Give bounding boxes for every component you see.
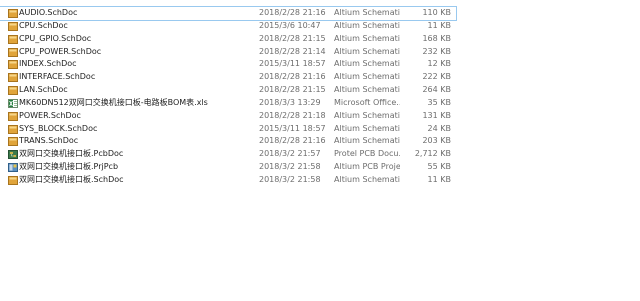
file-type: Altium Schemati... <box>334 136 400 146</box>
file-size: 12 KB <box>427 59 451 69</box>
schdoc-icon <box>8 60 18 70</box>
file-size: 110 KB <box>422 8 451 17</box>
file-date-modified: 2018/3/3 13:29 <box>259 97 321 107</box>
file-row[interactable]: INDEX.SchDoc 2015/3/11 18:57 Altium Schema… <box>0 58 456 71</box>
file-row[interactable]: 双网口交换机接口板.PrjPcb 2018/3/2 21:58 Altium PCB… <box>0 161 456 174</box>
file-date-modified: 2018/2/28 21:16 <box>259 8 326 17</box>
prjpcb-icon <box>8 163 18 173</box>
file-type: Altium Schemati... <box>334 59 400 69</box>
schdoc-icon <box>8 86 18 96</box>
file-size: 24 KB <box>427 123 451 133</box>
schdoc-icon <box>8 9 18 18</box>
file-row[interactable]: CPU_GPIO.SchDoc 2018/2/28 21:15 Altium Sch… <box>0 33 456 46</box>
file-name: 双网口交换机接口板.SchDoc <box>19 174 124 184</box>
file-date-modified: 2018/2/28 21:16 <box>259 136 326 146</box>
file-size: 168 KB <box>422 33 451 43</box>
file-row[interactable]: LAN.SchDoc 2018/2/28 21:15 Altium Schemati… <box>0 84 456 97</box>
file-size: 232 KB <box>422 46 451 56</box>
file-type: Altium Schemati... <box>334 46 400 56</box>
file-name: CPU_POWER.SchDoc <box>19 46 102 56</box>
file-date-modified: 2018/2/28 21:15 <box>259 85 326 95</box>
file-name: CPU.SchDoc <box>19 20 68 30</box>
file-name: INTERFACE.SchDoc <box>19 72 96 82</box>
file-name: LAN.SchDoc <box>19 85 68 95</box>
file-type: Altium Schemati... <box>334 72 400 82</box>
schdoc-icon <box>8 111 18 121</box>
schdoc-icon <box>8 47 18 57</box>
file-name: 双网口交换机接口板.PcbDoc <box>19 149 124 159</box>
file-size: 55 KB <box>427 162 451 172</box>
file-name: CPU_GPIO.SchDoc <box>19 33 92 43</box>
pcbdoc-icon <box>8 150 18 160</box>
schdoc-icon <box>8 137 18 147</box>
file-row[interactable]: INTERFACE.SchDoc 2018/2/28 21:16 Altium Sc… <box>0 71 456 84</box>
file-size: 131 KB <box>422 110 451 120</box>
file-name: 双网口交换机接口板.PrjPcb <box>19 162 119 172</box>
file-size: 35 KB <box>427 97 451 107</box>
schdoc-icon <box>8 124 18 134</box>
file-size: 222 KB <box>422 72 451 82</box>
file-date-modified: 2018/2/28 21:14 <box>259 46 326 56</box>
file-name: AUDIO.SchDoc <box>19 8 78 17</box>
file-type: Altium Schemati... <box>334 33 400 43</box>
file-type: Altium Schemati... <box>334 123 400 133</box>
file-row[interactable]: AUDIO.SchDoc 2018/2/28 21:16 Altium Schema… <box>0 6 457 21</box>
schdoc-icon <box>8 175 18 185</box>
file-date-modified: 2015/3/11 18:57 <box>259 123 326 133</box>
file-date-modified: 2018/3/2 21:58 <box>259 174 321 184</box>
file-date-modified: 2018/2/28 21:16 <box>259 72 326 82</box>
file-size: 203 KB <box>422 136 451 146</box>
file-row[interactable]: CPU_POWER.SchDoc 2018/2/28 21:14 Altium Sc… <box>0 46 456 59</box>
file-row[interactable]: SYS_BLOCK.SchDoc 2015/3/11 18:57 Altium Sc… <box>0 123 456 136</box>
file-name: TRANS.SchDoc <box>19 136 79 146</box>
file-date-modified: 2018/3/2 21:57 <box>259 149 321 159</box>
file-name: MK60DN512双网口交换机接口板-电路板BOM表.xls <box>19 97 208 107</box>
file-size: 2,712 KB <box>414 149 451 159</box>
file-size: 11 KB <box>427 174 451 184</box>
schdoc-icon <box>8 73 18 83</box>
schdoc-icon <box>8 21 18 31</box>
file-type: Altium Schemati... <box>334 174 400 184</box>
file-size: 264 KB <box>422 85 451 95</box>
file-name: SYS_BLOCK.SchDoc <box>19 123 98 133</box>
file-name: POWER.SchDoc <box>19 110 81 120</box>
file-row[interactable]: 双网口交换机接口板.SchDoc 2018/3/2 21:58 Altium Sch… <box>0 174 456 187</box>
excel-icon <box>8 98 18 108</box>
file-row[interactable]: CPU.SchDoc 2015/3/6 10:47 Altium Schemati.… <box>0 20 456 33</box>
file-row[interactable]: POWER.SchDoc 2018/2/28 21:18 Altium Schema… <box>0 110 456 123</box>
file-date-modified: 2018/2/28 21:15 <box>259 33 326 43</box>
file-type: Microsoft Office... <box>334 97 400 107</box>
file-type: Protel PCB Docu... <box>334 149 400 159</box>
file-type: Altium Schemati... <box>334 20 400 30</box>
file-type: Altium Schemati... <box>334 85 400 95</box>
file-type: Altium PCB Proje... <box>334 162 400 172</box>
file-row[interactable]: TRANS.SchDoc 2018/2/28 21:16 Altium Schema… <box>0 135 456 148</box>
file-date-modified: 2015/3/11 18:57 <box>259 59 326 69</box>
file-row[interactable]: 双网口交换机接口板.PcbDoc 2018/3/2 21:57 Protel PCB… <box>0 148 456 161</box>
file-type: Altium Schemati... <box>334 8 400 17</box>
file-list: AUDIO.SchDoc 2018/2/28 21:16 Altium Schema… <box>0 6 457 187</box>
file-date-modified: 2018/3/2 21:58 <box>259 162 321 172</box>
file-date-modified: 2018/2/28 21:18 <box>259 110 326 120</box>
schdoc-icon <box>8 34 18 44</box>
file-date-modified: 2015/3/6 10:47 <box>259 20 321 30</box>
file-type: Altium Schemati... <box>334 110 400 120</box>
file-row[interactable]: MK60DN512双网口交换机接口板-电路板BOM表.xls 2018/3/3 1… <box>0 97 456 110</box>
file-size: 11 KB <box>427 20 451 30</box>
file-name: INDEX.SchDoc <box>19 59 77 69</box>
